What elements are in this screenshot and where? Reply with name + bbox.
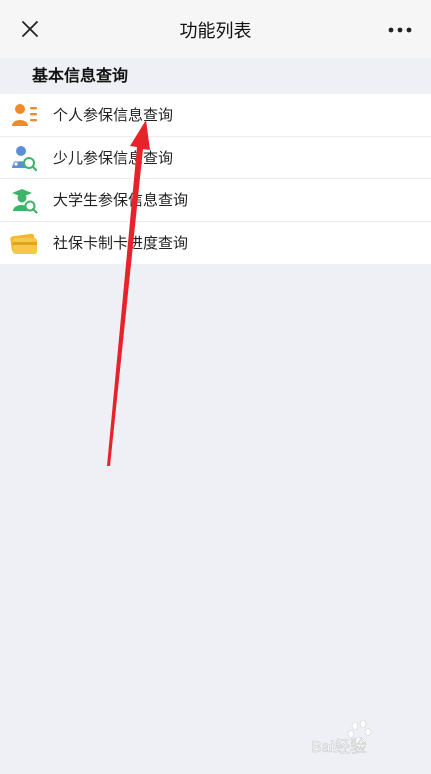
menu-item-child-insurance[interactable]: 少儿参保信息查询 bbox=[0, 137, 431, 179]
section-title: 基本信息查询 bbox=[32, 66, 129, 85]
watermark-text: Bai经验 bbox=[311, 738, 366, 756]
title-bar: 功能列表 bbox=[0, 0, 431, 58]
child-search-icon bbox=[12, 145, 38, 171]
card-icon bbox=[10, 233, 37, 254]
menu-item-card-progress[interactable]: 社保卡制卡进度查询 bbox=[0, 222, 431, 265]
menu-item-label: 大学生参保信息查询 bbox=[53, 191, 189, 210]
menu-item-label: 少儿参保信息查询 bbox=[53, 148, 174, 167]
baidu-logo-icon: Bai经验 bbox=[311, 719, 372, 756]
menu-item-label: 个人参保信息查询 bbox=[53, 106, 174, 125]
close-button[interactable] bbox=[18, 17, 42, 41]
menu-list: 个人参保信息查询 少儿参保信息查询 大学生参保信息查询 社保卡制卡进度查询 bbox=[0, 94, 431, 264]
section-header: 基本信息查询 bbox=[0, 58, 431, 94]
page-title: 功能列表 bbox=[179, 21, 252, 42]
more-button[interactable] bbox=[387, 22, 413, 36]
close-icon bbox=[22, 21, 38, 37]
graduate-search-icon bbox=[12, 189, 38, 214]
menu-item-personal-insurance[interactable]: 个人参保信息查询 bbox=[0, 94, 431, 137]
person-card-icon bbox=[12, 104, 37, 126]
page: 功能列表 基本信息查询 个人参保信息查询 少儿参保信息查询 大学生参保信息查询 … bbox=[0, 0, 431, 774]
menu-item-label: 社保卡制卡进度查询 bbox=[53, 234, 189, 253]
menu-item-student-insurance[interactable]: 大学生参保信息查询 bbox=[0, 179, 431, 222]
more-dots-icon bbox=[388, 27, 412, 33]
